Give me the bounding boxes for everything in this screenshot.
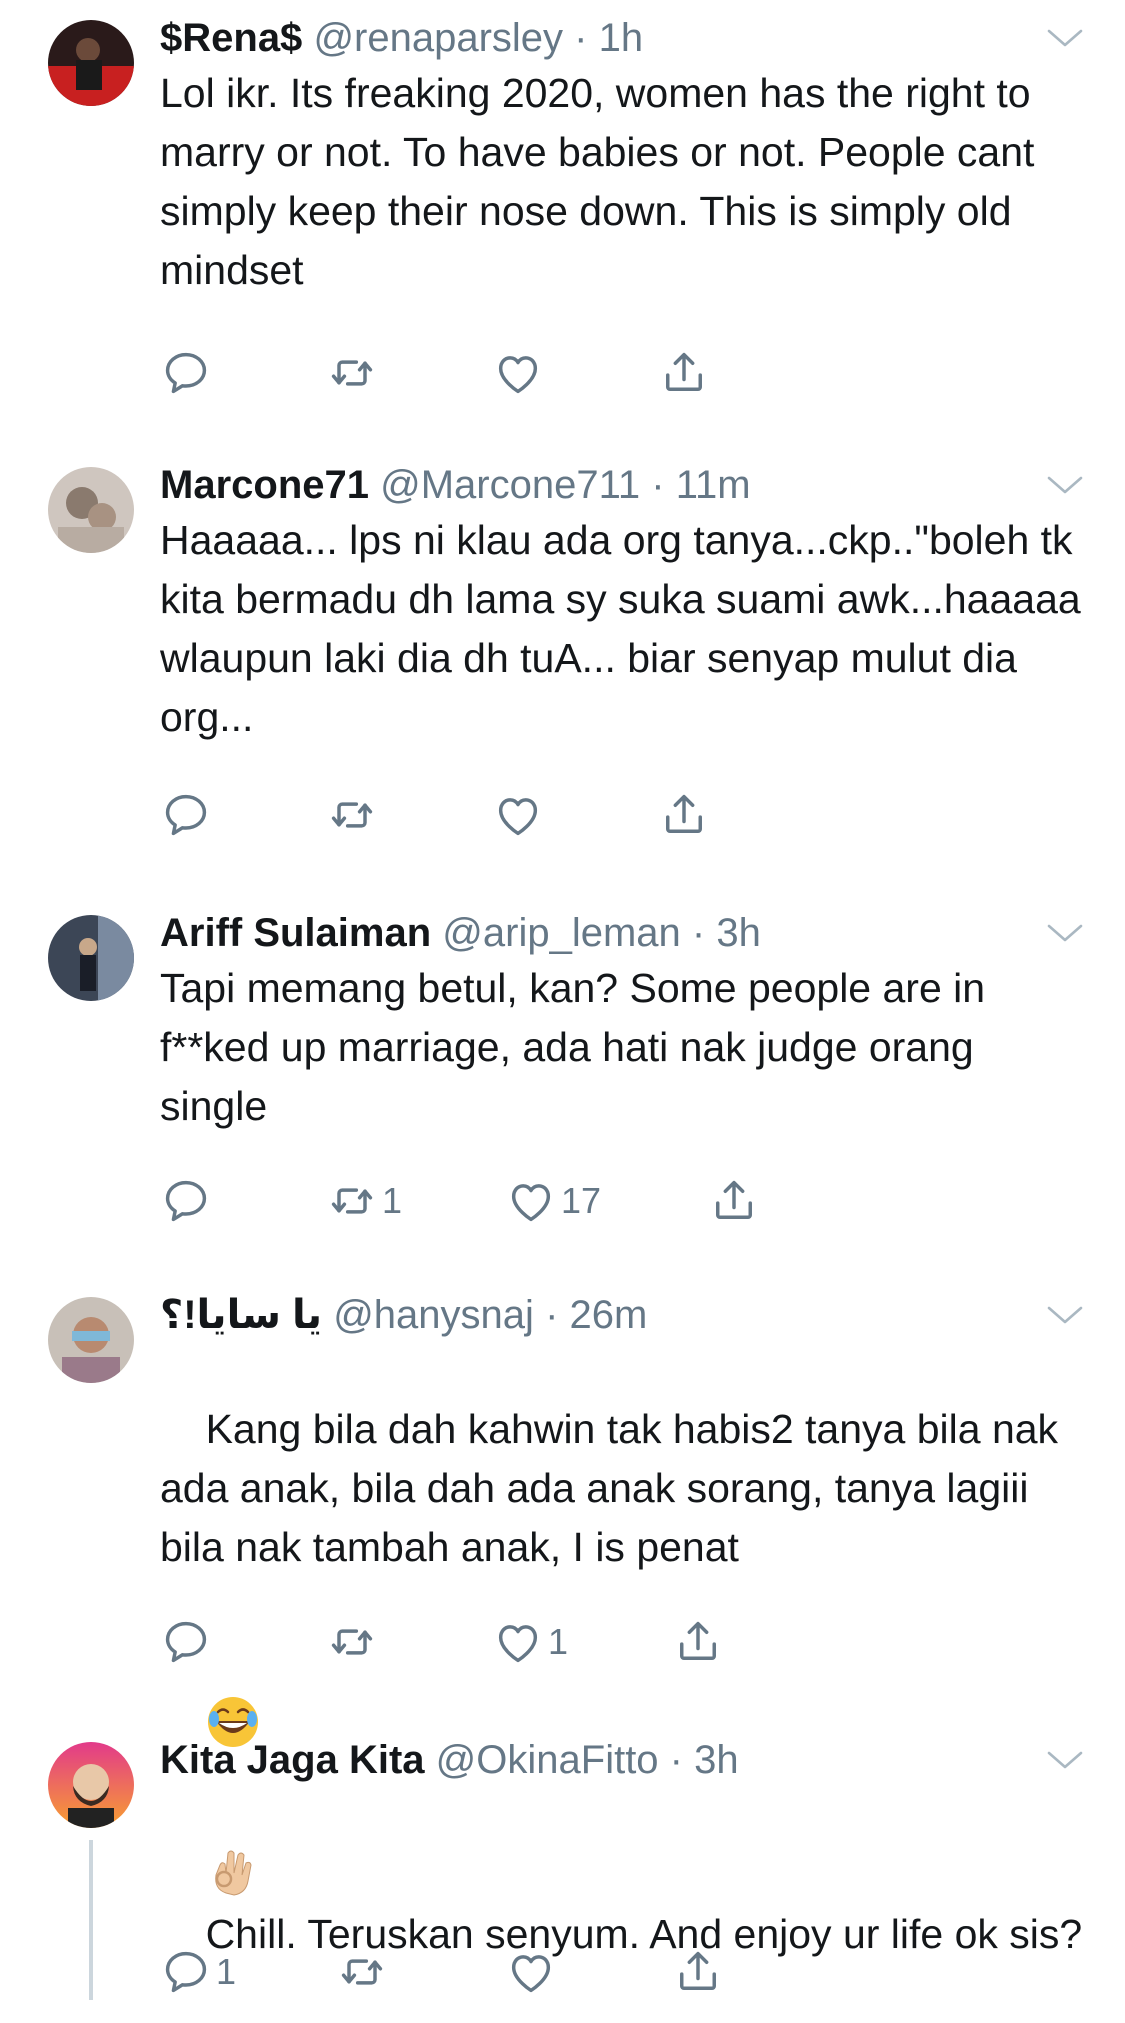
like-button[interactable] xyxy=(492,343,548,403)
like-button[interactable]: 17 xyxy=(505,1171,601,1231)
tweet-text: Lol ikr. Its freaking 2020, women has th… xyxy=(160,70,1046,293)
retweet-button[interactable] xyxy=(326,1612,382,1672)
share-icon xyxy=(672,1616,724,1668)
reply-icon xyxy=(160,1175,212,1227)
share-icon xyxy=(708,1175,760,1227)
tweet-text-content: Kang bila dah kahwin tak habis2 tanya bi… xyxy=(160,1406,1070,1570)
like-count: 1 xyxy=(548,1621,569,1662)
display-name[interactable]: $Rena$ xyxy=(160,16,302,60)
retweet-button[interactable] xyxy=(326,785,382,845)
thread-line xyxy=(89,1840,93,2000)
heart-icon xyxy=(492,347,544,399)
separator: · xyxy=(574,16,588,60)
timestamp[interactable]: 1h xyxy=(599,16,644,60)
like-button[interactable]: 1 xyxy=(492,1612,568,1672)
avatar[interactable] xyxy=(48,1297,134,1383)
action-bar: 1 xyxy=(160,1942,1060,2002)
display-name[interactable]: Marcone71 xyxy=(160,463,369,507)
retweet-icon xyxy=(326,347,378,399)
tweet-header: Kita Jaga Kita @OkinaFitto · 3h xyxy=(160,1730,739,1790)
share-button[interactable] xyxy=(658,785,710,845)
avatar[interactable] xyxy=(48,1742,134,1828)
share-button[interactable] xyxy=(708,1171,760,1231)
handle[interactable]: @OkinaFitto xyxy=(436,1738,659,1782)
chevron-down-icon[interactable] xyxy=(1045,1303,1085,1327)
retweet-count: 1 xyxy=(382,1180,403,1221)
retweet-button[interactable]: 1 xyxy=(326,1171,402,1231)
separator: · xyxy=(651,463,665,507)
avatar[interactable] xyxy=(48,467,134,553)
heart-icon xyxy=(505,1946,557,1998)
display-name[interactable]: يا سايا!؟ xyxy=(160,1293,322,1337)
share-button[interactable] xyxy=(658,343,710,403)
reply-icon xyxy=(160,1946,212,1998)
share-button[interactable] xyxy=(672,1942,724,2002)
reply-button[interactable] xyxy=(160,1171,216,1231)
tweet-header: Marcone71 @Marcone711 · 11m xyxy=(160,455,751,515)
action-bar xyxy=(160,785,1060,845)
timestamp[interactable]: 3h xyxy=(716,911,761,955)
heart-icon xyxy=(492,789,544,841)
handle[interactable]: @Marcone711 xyxy=(380,463,640,507)
reply-icon xyxy=(160,789,212,841)
display-name[interactable]: Ariff Sulaiman xyxy=(160,911,431,955)
reply-count: 1 xyxy=(216,1951,237,1992)
separator: · xyxy=(669,1738,683,1782)
reply-icon xyxy=(160,347,212,399)
retweet-icon xyxy=(326,789,378,841)
handle[interactable]: @hanysnaj xyxy=(333,1293,534,1337)
like-count: 17 xyxy=(561,1180,602,1221)
reply-button[interactable] xyxy=(160,1612,216,1672)
retweet-icon xyxy=(326,1175,378,1227)
reply-button[interactable] xyxy=(160,343,216,403)
action-bar: 1 17 xyxy=(160,1171,1060,1231)
tweet-header: يا سايا!؟ @hanysnaj · 26m xyxy=(160,1285,647,1345)
reply-button[interactable] xyxy=(160,785,216,845)
display-name[interactable]: Kita Jaga Kita xyxy=(160,1738,425,1782)
timestamp[interactable]: 11m xyxy=(676,463,751,507)
like-button[interactable] xyxy=(505,1942,561,2002)
timestamp[interactable]: 26m xyxy=(570,1293,648,1337)
chevron-down-icon[interactable] xyxy=(1045,26,1085,50)
retweet-icon xyxy=(326,1616,378,1668)
retweet-button[interactable] xyxy=(326,343,382,403)
tweet-text: Haaaaa... lps ni klau ada org tanya...ck… xyxy=(160,517,1093,740)
action-bar: 1 xyxy=(160,1612,1060,1672)
share-icon xyxy=(658,347,710,399)
reply-button[interactable]: 1 xyxy=(160,1942,236,2002)
chevron-down-icon[interactable] xyxy=(1045,1748,1085,1772)
ok-hand-emoji-icon xyxy=(214,1850,252,1896)
handle[interactable]: @arip_leman xyxy=(442,911,681,955)
retweet-button[interactable] xyxy=(336,1942,392,2002)
heart-icon xyxy=(505,1175,557,1227)
separator: · xyxy=(545,1293,559,1337)
share-button[interactable] xyxy=(672,1612,724,1672)
separator: · xyxy=(691,911,706,955)
action-bar xyxy=(160,343,1060,403)
heart-icon xyxy=(492,1616,544,1668)
tweet-header: $Rena$ @renaparsley · 1h xyxy=(160,8,643,68)
like-button[interactable] xyxy=(492,785,548,845)
avatar[interactable] xyxy=(48,20,134,106)
reply-icon xyxy=(160,1616,212,1668)
handle[interactable]: @renaparsley xyxy=(313,16,563,60)
share-icon xyxy=(658,789,710,841)
retweet-icon xyxy=(336,1946,388,1998)
chevron-down-icon[interactable] xyxy=(1045,921,1085,945)
tweet-text: Tapi memang betul, kan? Some people are … xyxy=(160,965,997,1129)
tweet-header: Ariff Sulaiman @arip_leman · 3h xyxy=(160,903,761,963)
share-icon xyxy=(672,1946,724,1998)
timestamp[interactable]: 3h xyxy=(694,1738,739,1782)
avatar[interactable] xyxy=(48,915,134,1001)
chevron-down-icon[interactable] xyxy=(1045,473,1085,497)
